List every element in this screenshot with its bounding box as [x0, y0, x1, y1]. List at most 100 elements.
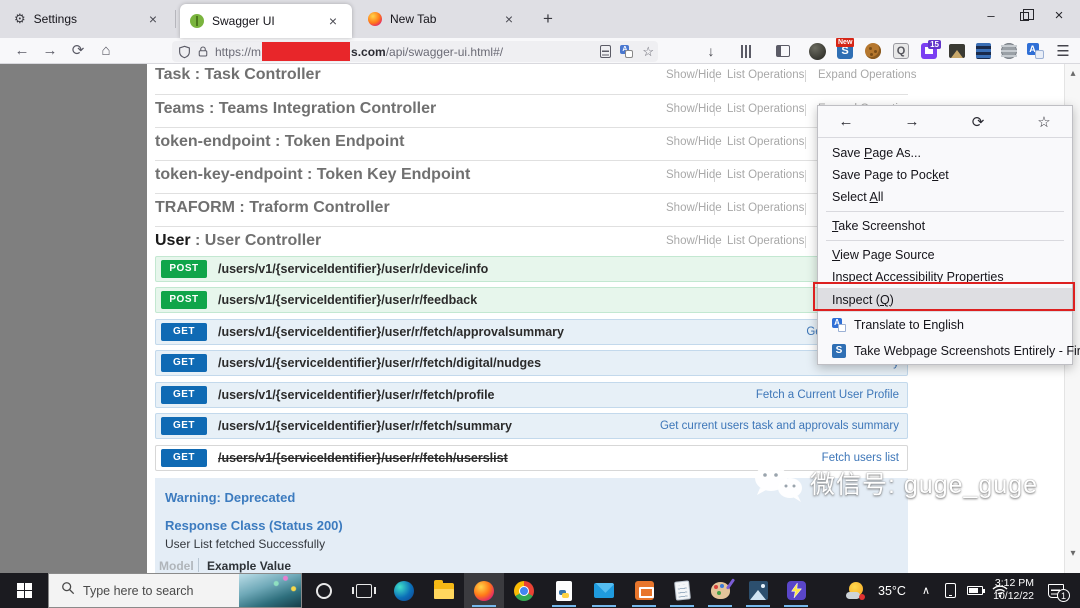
- minimize-button[interactable]: –: [974, 0, 1008, 34]
- cookie-extension-icon[interactable]: [862, 40, 884, 62]
- close-button[interactable]: ×: [1042, 0, 1076, 34]
- operation-row[interactable]: GET /users/v1/{serviceIdentifier}/user/r…: [155, 319, 908, 345]
- list-operations-link[interactable]: List Operations: [727, 202, 804, 214]
- menu-item-select-all[interactable]: Select All: [818, 186, 1072, 208]
- section-title[interactable]: Teams : Teams Integration Controller: [155, 100, 436, 117]
- menu-item-fireshot[interactable]: S Take Webpage Screenshots Entirely - Fi…: [818, 338, 1080, 364]
- section-title[interactable]: Task : Task Controller: [155, 66, 321, 83]
- sidebar-icon[interactable]: [772, 40, 794, 62]
- list-operations-link[interactable]: List Operations: [727, 103, 804, 115]
- taskbar-search-box[interactable]: Type here to search: [48, 573, 302, 608]
- reload-button[interactable]: ⟳: [66, 39, 90, 63]
- task-view-button[interactable]: [344, 573, 384, 608]
- new-tab-button[interactable]: +: [536, 8, 560, 32]
- tab-close-icon[interactable]: ×: [324, 13, 342, 29]
- menu-item-translate-to-english[interactable]: A Translate to English: [818, 312, 1072, 338]
- extension-dark-circle-icon[interactable]: [806, 40, 828, 62]
- cortana-button[interactable]: [304, 573, 344, 608]
- tab-example-value[interactable]: Example Value: [207, 559, 291, 573]
- weather-icon[interactable]: [843, 573, 869, 608]
- operation-path[interactable]: /users/v1/{serviceIdentifier}/user/r/fet…: [218, 325, 564, 339]
- notification-center-button[interactable]: 1: [1038, 573, 1074, 608]
- url-bar[interactable]: https://m s.com /api/swagger-ui.html#/ A…: [172, 41, 658, 62]
- taskbar-flash-tool[interactable]: [776, 573, 816, 608]
- shield-icon[interactable]: [178, 45, 191, 59]
- downloads-icon[interactable]: ↓: [700, 40, 722, 62]
- taskbar-firefox[interactable]: [464, 573, 504, 608]
- tab-settings[interactable]: ⚙ Settings ×: [4, 0, 172, 38]
- taskbar-file-explorer[interactable]: [424, 573, 464, 608]
- twitch-extension-icon[interactable]: 15: [918, 40, 941, 62]
- operation-row[interactable]: GET /users/v1/{serviceIdentifier}/user/r…: [155, 382, 908, 408]
- section-title[interactable]: TRAFORM : Traform Controller: [155, 199, 390, 216]
- back-button[interactable]: ←: [10, 39, 34, 63]
- operation-path[interactable]: /users/v1/{serviceIdentifier}/user/r/fet…: [218, 388, 495, 402]
- image-extension-icon[interactable]: [946, 40, 968, 62]
- reader-mode-icon[interactable]: [600, 45, 612, 58]
- scroll-up-arrow[interactable]: ▴: [1065, 68, 1080, 79]
- operation-path[interactable]: /users/v1/{serviceIdentifier}/user/r/dev…: [218, 262, 488, 276]
- operation-path[interactable]: /users/v1/{serviceIdentifier}/user/r/fet…: [218, 451, 508, 465]
- section-title[interactable]: token-endpoint : Token Endpoint: [155, 133, 404, 150]
- home-button[interactable]: ⌂: [94, 39, 118, 63]
- method-badge: GET: [161, 354, 207, 372]
- reload-icon[interactable]: ⟳: [966, 113, 990, 131]
- list-operations-link[interactable]: List Operations: [727, 136, 804, 148]
- translate-extension-icon[interactable]: A: [1024, 40, 1046, 62]
- operation-path[interactable]: /users/v1/{serviceIdentifier}/user/r/fet…: [218, 356, 541, 370]
- forward-button[interactable]: →: [38, 39, 62, 63]
- list-operations-link[interactable]: List Operations: [727, 69, 804, 81]
- clock[interactable]: 3:12 PM 10/12/22: [982, 577, 1034, 603]
- menu-hamburger-icon[interactable]: ☰: [1052, 40, 1074, 62]
- list-operations-link[interactable]: List Operations: [727, 235, 804, 247]
- tab-model[interactable]: Model: [159, 559, 194, 573]
- menu-item-view-page-source[interactable]: View Page Source: [818, 244, 1072, 266]
- bookmark-star-icon[interactable]: ☆: [1032, 113, 1056, 131]
- tray-expand-button[interactable]: ∧: [914, 573, 938, 608]
- restore-button[interactable]: [1008, 0, 1042, 34]
- temperature-readout[interactable]: 35°C: [870, 573, 914, 608]
- operation-summary[interactable]: Get current users task and approvals sum…: [660, 420, 899, 432]
- taskbar-vmware[interactable]: [624, 573, 664, 608]
- taskbar-edge[interactable]: [384, 573, 424, 608]
- list-operations-link[interactable]: List Operations: [727, 169, 804, 181]
- operation-summary[interactable]: Fetch a Current User Profile: [756, 389, 899, 401]
- taskbar-paint[interactable]: [700, 573, 740, 608]
- menu-item-take-screenshot[interactable]: Take Screenshot: [818, 215, 1072, 237]
- operation-path[interactable]: /users/v1/{serviceIdentifier}/user/r/fee…: [218, 293, 477, 307]
- menu-item-save-page-to-pocket[interactable]: Save Page to Pocket: [818, 164, 1072, 186]
- expand-operations-link[interactable]: Expand Operations: [818, 69, 916, 81]
- tab-close-icon[interactable]: ×: [500, 11, 518, 27]
- tab-swagger-ui[interactable]: Swagger UI ×: [180, 4, 352, 38]
- fireshot-extension-icon[interactable]: S New: [834, 38, 856, 62]
- operation-row[interactable]: POST /users/v1/{serviceIdentifier}/user/…: [155, 256, 908, 282]
- translate-icon[interactable]: A: [620, 45, 634, 58]
- taskbar-photos[interactable]: [738, 573, 778, 608]
- context-menu: ← → ⟳ ☆ Save Page As... Save Page to Poc…: [817, 105, 1080, 365]
- taskbar-python-file[interactable]: [544, 573, 584, 608]
- forward-icon[interactable]: →: [900, 113, 924, 130]
- tab-new-tab[interactable]: New Tab ×: [358, 0, 528, 38]
- server-extension-icon[interactable]: [972, 40, 994, 62]
- your-phone-icon[interactable]: [938, 573, 962, 608]
- q-extension-icon[interactable]: Q: [890, 40, 912, 62]
- section-title[interactable]: token-key-endpoint : Token Key Endpoint: [155, 166, 470, 183]
- scroll-down-arrow[interactable]: ▾: [1065, 548, 1080, 559]
- operation-row[interactable]: GET /users/v1/{serviceIdentifier}/user/r…: [155, 413, 908, 439]
- taskbar-chrome[interactable]: [504, 573, 544, 608]
- menu-item-save-page-as[interactable]: Save Page As...: [818, 142, 1072, 164]
- operation-row[interactable]: POST /users/v1/{serviceIdentifier}/user/…: [155, 287, 908, 313]
- globe-extension-icon[interactable]: [998, 40, 1020, 62]
- operation-path[interactable]: /users/v1/{serviceIdentifier}/user/r/fet…: [218, 419, 512, 433]
- section-title[interactable]: User : User Controller: [155, 232, 321, 249]
- bookmark-star-icon[interactable]: ☆: [642, 44, 654, 60]
- taskbar-mail[interactable]: [584, 573, 624, 608]
- tab-close-icon[interactable]: ×: [144, 11, 162, 27]
- start-button[interactable]: [4, 573, 44, 608]
- back-icon[interactable]: ←: [834, 113, 858, 130]
- taskbar-notepad[interactable]: [662, 573, 702, 608]
- search-highlight-image[interactable]: [239, 574, 301, 607]
- library-icon[interactable]: [736, 40, 758, 62]
- operation-row[interactable]: GET /users/v1/{serviceIdentifier}/user/r…: [155, 350, 908, 376]
- lock-icon[interactable]: [197, 45, 209, 58]
